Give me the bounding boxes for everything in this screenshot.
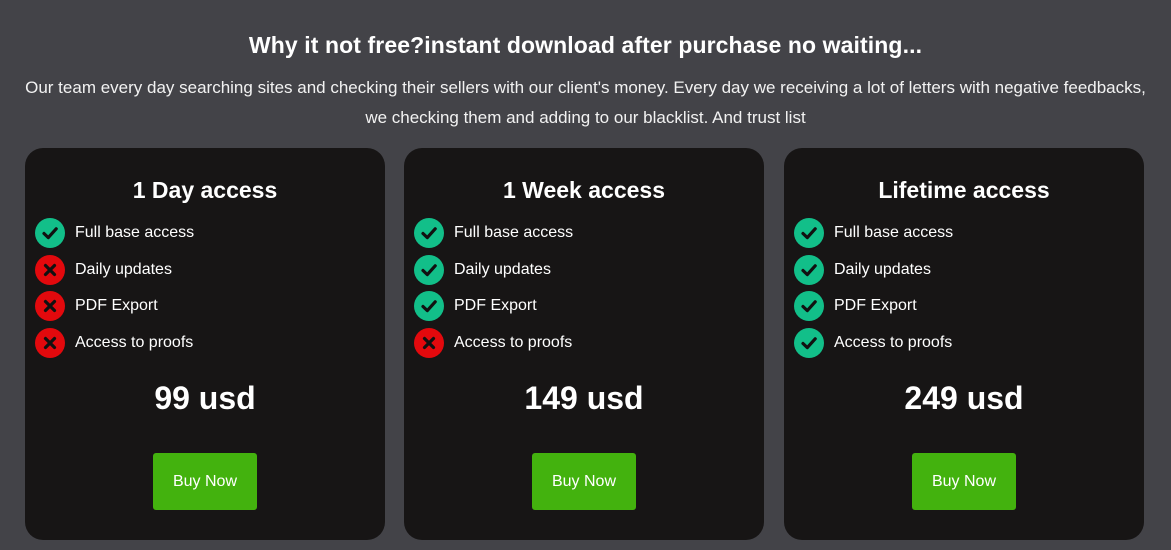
check-circle-icon bbox=[414, 254, 444, 285]
plan-title: 1 Week access bbox=[503, 177, 665, 203]
check-circle-icon bbox=[794, 291, 824, 322]
page-heading: Why it not free?instant download after p… bbox=[248, 32, 923, 58]
feature-item: Daily updates bbox=[794, 252, 953, 289]
x-circle-icon bbox=[414, 328, 444, 359]
feature-item: Full base access bbox=[794, 215, 953, 252]
feature-item: PDF Export bbox=[35, 288, 194, 325]
feature-item: PDF Export bbox=[794, 288, 953, 325]
plan-card-lifetime: Lifetime access Full base access Daily u… bbox=[784, 148, 1144, 540]
check-circle-icon bbox=[794, 218, 824, 249]
plan-title: Lifetime access bbox=[878, 177, 1050, 203]
feature-item: Access to proofs bbox=[794, 325, 953, 362]
check-circle-icon bbox=[794, 254, 824, 285]
x-circle-icon bbox=[35, 328, 65, 359]
intro-text: Our team every day searching sites and c… bbox=[25, 78, 1146, 127]
buy-now-button[interactable]: Buy Now bbox=[912, 453, 1016, 510]
feature-label: Access to proofs bbox=[75, 334, 194, 352]
plan-card-1-day: 1 Day access Full base access Daily upda… bbox=[25, 148, 385, 540]
feature-item: PDF Export bbox=[414, 288, 573, 325]
feature-label: Daily updates bbox=[834, 260, 931, 278]
feature-label: Full base access bbox=[75, 224, 195, 242]
buy-now-button[interactable]: Buy Now bbox=[532, 453, 636, 510]
feature-label: Daily updates bbox=[75, 260, 172, 278]
check-circle-icon bbox=[414, 218, 444, 249]
feature-list: Full base access Daily updates PDF Expor… bbox=[35, 215, 194, 361]
feature-label: PDF Export bbox=[454, 297, 537, 315]
feature-label: Access to proofs bbox=[454, 334, 573, 352]
feature-list: Full base access Daily updates PDF Expor… bbox=[414, 215, 573, 361]
feature-label: Full base access bbox=[834, 224, 954, 242]
feature-item: Access to proofs bbox=[414, 325, 573, 362]
check-circle-icon bbox=[414, 291, 444, 322]
buy-now-button[interactable]: Buy Now bbox=[153, 453, 257, 510]
feature-label: PDF Export bbox=[75, 297, 158, 315]
feature-item: Full base access bbox=[414, 215, 573, 252]
plan-card-1-week: 1 Week access Full base access Daily upd… bbox=[404, 148, 764, 540]
plan-price: 99 usd bbox=[154, 380, 256, 416]
plan-title: 1 Day access bbox=[132, 177, 278, 203]
feature-item: Daily updates bbox=[414, 252, 573, 289]
plan-price: 149 usd bbox=[524, 380, 644, 416]
check-circle-icon bbox=[35, 218, 65, 249]
feature-list: Full base access Daily updates PDF Expor… bbox=[794, 215, 953, 361]
feature-label: Access to proofs bbox=[834, 334, 953, 352]
feature-label: Daily updates bbox=[454, 260, 551, 278]
x-circle-icon bbox=[35, 291, 65, 322]
x-circle-icon bbox=[35, 254, 65, 285]
check-circle-icon bbox=[794, 328, 824, 359]
feature-item: Access to proofs bbox=[35, 325, 194, 362]
feature-item: Full base access bbox=[35, 215, 194, 252]
feature-label: Full base access bbox=[454, 224, 574, 242]
feature-label: PDF Export bbox=[834, 297, 917, 315]
feature-item: Daily updates bbox=[35, 252, 194, 289]
plan-price: 249 usd bbox=[904, 380, 1024, 416]
